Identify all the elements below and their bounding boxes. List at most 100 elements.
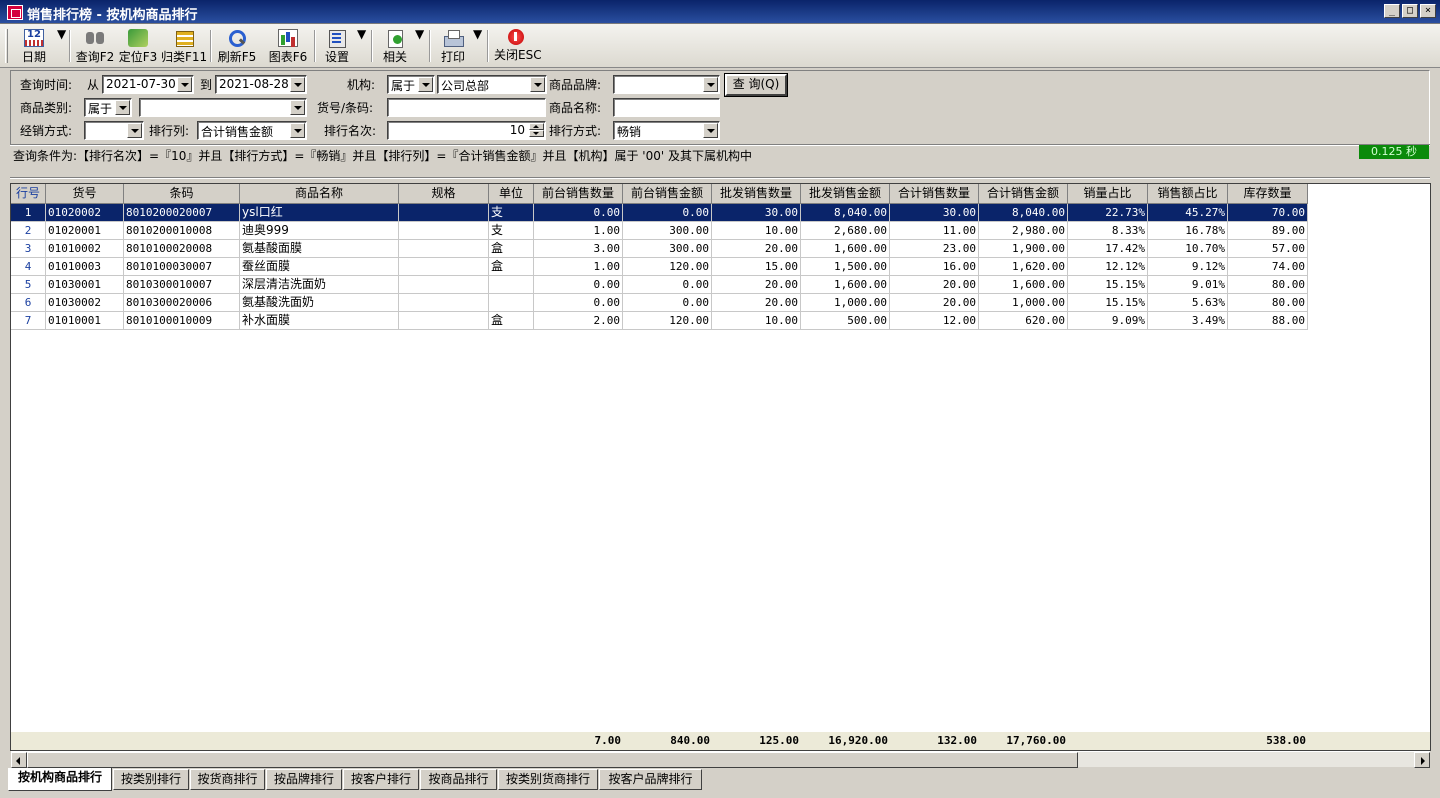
query-submit-button[interactable]: 查 询(Q): [724, 73, 788, 97]
settings-dropdown-arrow[interactable]: ▼: [357, 27, 366, 65]
org-relation-select[interactable]: 属于: [387, 75, 435, 94]
refresh-icon: [227, 29, 247, 47]
tab-3[interactable]: 按货商排行: [190, 769, 265, 790]
column-header-total-amount[interactable]: 合计销售金额: [979, 184, 1068, 204]
rank-count-stepper[interactable]: 10: [387, 121, 546, 140]
column-header-unit[interactable]: 单位: [489, 184, 534, 204]
column-header-front-amount[interactable]: 前台销售金额: [623, 184, 712, 204]
locate-button[interactable]: 定位F3: [118, 27, 158, 65]
brand-select[interactable]: [613, 75, 720, 94]
cell-wholesale-qty: 30.00: [712, 204, 801, 222]
calendar-icon: [24, 29, 44, 47]
toolbar-grip[interactable]: [5, 29, 8, 63]
cell-item-no: 01010001: [46, 312, 124, 330]
cell-qty-share: 22.73%: [1068, 204, 1148, 222]
cell-wholesale-amount: 500.00: [801, 312, 890, 330]
chevron-down-icon[interactable]: [703, 123, 718, 138]
refresh-button[interactable]: 刷新F5: [216, 27, 258, 65]
tab-8[interactable]: 按客户品牌排行: [599, 769, 702, 790]
toolbar-separator: [69, 30, 71, 62]
related-dropdown-arrow[interactable]: ▼: [415, 27, 424, 65]
cell-unit: [489, 276, 534, 294]
category-relation-select[interactable]: 属于: [84, 98, 132, 117]
horizontal-scrollbar[interactable]: [11, 751, 1430, 768]
category-button[interactable]: 归类F11: [161, 27, 207, 65]
table-row[interactable]: 4 01010003 8010100030007 蚕丝面膜 盒 1.00 120.00 15.…: [11, 258, 1308, 276]
table-row[interactable]: 2 01020001 8010200010008 迪奥999 支 1.00 300.00 10…: [11, 222, 1308, 240]
cell-front-amount: 0.00: [623, 276, 712, 294]
toolbar-separator: [314, 30, 316, 62]
table-row[interactable]: 6 01030002 8010300020006 氨基酸洗面奶 0.00 0.00 20.0…: [11, 294, 1308, 312]
chevron-down-icon[interactable]: [290, 77, 305, 92]
cell-stock: 70.00: [1228, 204, 1308, 222]
tab-1[interactable]: 按机构商品排行: [8, 768, 112, 791]
chevron-down-icon[interactable]: [115, 100, 130, 115]
chevron-down-icon[interactable]: [290, 100, 305, 115]
chevron-down-icon[interactable]: [290, 123, 305, 138]
tab-2[interactable]: 按类别排行: [113, 769, 189, 790]
rank-mode-select[interactable]: 畅销: [613, 121, 720, 140]
column-header-wholesale-qty[interactable]: 批发销售数量: [712, 184, 801, 204]
scrollbar-thumb[interactable]: [27, 752, 1078, 768]
print-button[interactable]: 打印: [436, 27, 470, 65]
column-header-stock[interactable]: 库存数量: [1228, 184, 1308, 204]
tab-6[interactable]: 按商品排行: [420, 769, 497, 790]
print-dropdown-arrow[interactable]: ▼: [473, 27, 482, 65]
column-header-total-qty[interactable]: 合计销售数量: [890, 184, 979, 204]
column-header-qty-share[interactable]: 销量占比: [1068, 184, 1148, 204]
cell-qty-share: 9.09%: [1068, 312, 1148, 330]
minimize-button[interactable]: _: [1384, 4, 1400, 18]
column-header-barcode[interactable]: 条码: [124, 184, 240, 204]
date-dropdown-arrow[interactable]: ▼: [57, 27, 66, 65]
tab-4[interactable]: 按品牌排行: [266, 769, 342, 790]
tab-7[interactable]: 按类别货商排行: [498, 769, 598, 790]
cell-total-amount: 2,980.00: [979, 222, 1068, 240]
cell-wholesale-qty: 10.00: [712, 222, 801, 240]
close-esc-button[interactable]: 关闭ESC: [494, 27, 542, 65]
tab-5[interactable]: 按客户排行: [343, 769, 419, 790]
table-row[interactable]: 5 01030001 8010300010007 深层清洁洗面奶 0.00 0.00 20.…: [11, 276, 1308, 294]
chevron-down-icon[interactable]: [177, 77, 192, 92]
cell-barcode: 8010300010007: [124, 276, 240, 294]
scroll-left-icon[interactable]: [11, 752, 27, 768]
column-header-front-qty[interactable]: 前台销售数量: [534, 184, 623, 204]
chevron-down-icon[interactable]: [530, 77, 545, 92]
spinner-arrows-icon[interactable]: [529, 123, 544, 138]
related-button[interactable]: 相关: [378, 27, 412, 65]
table-row[interactable]: 7 01010001 8010100010009 补水面膜 盒 2.00 120.00 10.…: [11, 312, 1308, 330]
scroll-right-icon[interactable]: [1414, 752, 1430, 768]
code-input[interactable]: [387, 98, 546, 117]
settings-button[interactable]: 设置: [320, 27, 354, 65]
to-date-picker[interactable]: 2021-08-28: [215, 75, 307, 94]
table-row[interactable]: 3 01010002 8010100020008 氨基酸面膜 盒 3.00 300.00 20…: [11, 240, 1308, 258]
category-select[interactable]: [139, 98, 307, 117]
from-date-picker[interactable]: 2021-07-30: [102, 75, 194, 94]
cell-item-no: 01010003: [46, 258, 124, 276]
chart-button[interactable]: 图表F6: [266, 27, 310, 65]
cell-product-name: 氨基酸面膜: [240, 240, 399, 258]
cell-row-no: 1: [11, 204, 46, 222]
product-name-input[interactable]: [613, 98, 720, 117]
column-header-row-no[interactable]: 行号: [11, 184, 46, 204]
chevron-down-icon[interactable]: [418, 77, 433, 92]
chevron-down-icon[interactable]: [703, 77, 718, 92]
distribution-select[interactable]: [84, 121, 144, 140]
close-window-button[interactable]: ×: [1420, 4, 1436, 18]
column-header-amount-share[interactable]: 销售额占比: [1148, 184, 1228, 204]
column-header-product-name[interactable]: 商品名称: [240, 184, 399, 204]
table-row[interactable]: 1 01020002 8010200020007 ysl口红支 0.00 0.00 30.0…: [11, 204, 1308, 222]
chevron-down-icon[interactable]: [127, 123, 142, 138]
date-button[interactable]: 日期: [14, 27, 54, 65]
maximize-button[interactable]: □: [1402, 4, 1418, 18]
query-button[interactable]: 查询F2: [74, 27, 116, 65]
org-select[interactable]: 公司总部: [437, 75, 547, 94]
column-header-spec[interactable]: 规格: [399, 184, 489, 204]
rank-column-select[interactable]: 合计销售金额: [197, 121, 307, 140]
column-header-item-no[interactable]: 货号: [46, 184, 124, 204]
cell-item-no: 01030001: [46, 276, 124, 294]
query-button-label: 查询F2: [75, 50, 115, 64]
column-header-wholesale-amount[interactable]: 批发销售金额: [801, 184, 890, 204]
cell-product-name: 迪奥999: [240, 222, 399, 240]
query-time-label: 查询时间:: [20, 78, 73, 92]
rank-count-label: 排行名次:: [324, 124, 377, 138]
